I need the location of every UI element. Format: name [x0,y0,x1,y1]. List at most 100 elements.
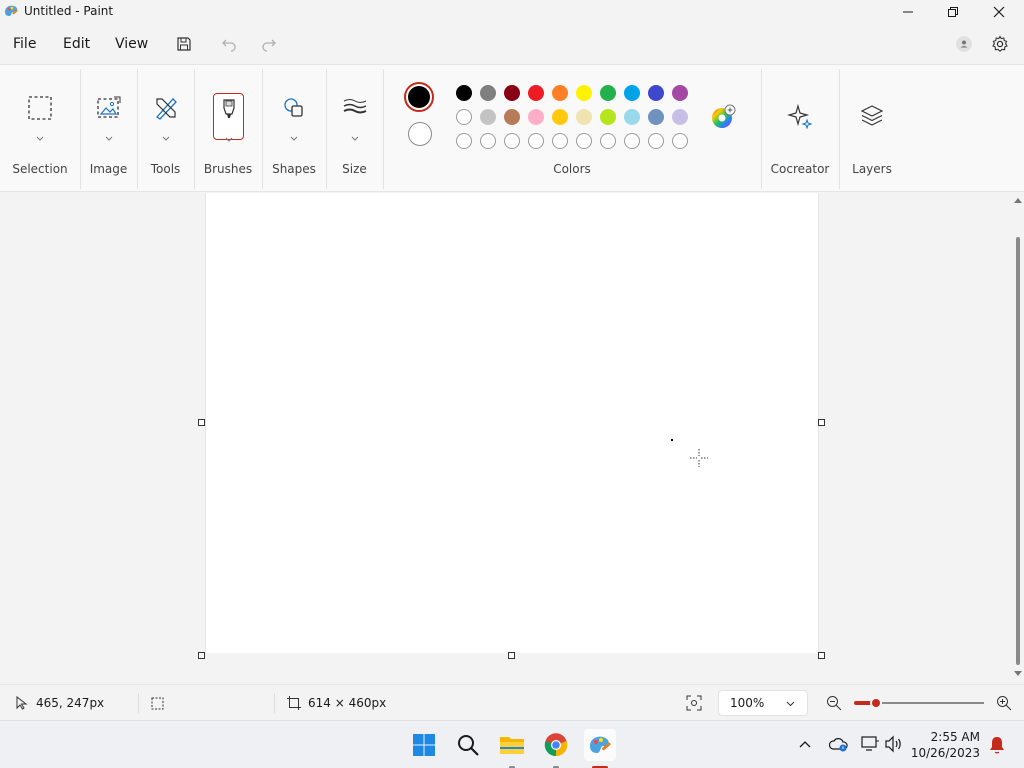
color-swatch[interactable] [480,109,496,125]
selection-group[interactable]: Selection [0,65,80,193]
canvas-size: 614 × 460px [308,696,387,710]
start-button[interactable] [408,729,440,761]
image-label: Image [89,162,128,176]
clock-date: 10/26/2023 [910,746,980,760]
brushes-label: Brushes [203,162,253,176]
vertical-scrollbar[interactable] [1012,193,1024,683]
color-swatch[interactable] [600,109,616,125]
resize-handle-bottom-left[interactable] [198,652,205,659]
undo-icon [222,39,236,52]
layers-icon [859,103,885,133]
layers-group[interactable]: Layers [839,65,905,193]
image-group[interactable]: Image [80,65,137,193]
title-bar: Untitled - Paint [0,0,1024,24]
search-button[interactable] [452,729,484,761]
resize-handle-left[interactable] [198,419,205,426]
redo-icon [262,39,276,52]
custom-color-slot[interactable] [528,133,544,149]
tools-group[interactable]: Tools [137,65,194,193]
color-swatch[interactable] [552,85,568,101]
custom-color-slot[interactable] [600,133,616,149]
custom-color-slot[interactable] [624,133,640,149]
account-icon [956,36,972,52]
color-swatch[interactable] [528,85,544,101]
zoom-out-icon[interactable] [826,695,842,711]
custom-color-slot[interactable] [576,133,592,149]
color-swatch[interactable] [648,109,664,125]
zoom-slider[interactable] [854,697,984,709]
menu-edit[interactable]: Edit [63,36,90,52]
scroll-down-icon[interactable] [1014,671,1022,677]
menu-file[interactable]: File [13,36,36,52]
cocreator-group[interactable]: Cocreator [761,65,839,193]
volume-icon[interactable] [884,735,904,753]
settings-button[interactable] [988,32,1012,56]
minimize-button[interactable] [885,0,931,24]
color-swatch[interactable] [504,85,520,101]
brushes-group[interactable]: Brushes [194,65,262,193]
divider [274,693,275,713]
drawing-canvas[interactable] [205,193,819,653]
custom-color-slot[interactable] [672,133,688,149]
scroll-up-icon[interactable] [1014,197,1022,203]
primary-color-button[interactable] [404,82,434,112]
custom-color-slot[interactable] [480,133,496,149]
onedrive-icon[interactable] [829,736,849,752]
edit-colors-button[interactable] [710,104,736,130]
chrome-icon [544,733,568,757]
color-swatch[interactable] [624,109,640,125]
network-icon[interactable] [860,735,880,753]
system-clock[interactable]: 2:55 AM 10/26/2023 [911,729,980,761]
color-swatch[interactable] [504,109,520,125]
color-swatch[interactable] [552,109,568,125]
menu-view[interactable]: View [115,36,148,52]
save-button[interactable] [172,32,196,56]
size-group[interactable]: Size [326,65,383,193]
color-swatch[interactable] [600,85,616,101]
restore-button[interactable] [930,0,976,24]
account-button[interactable] [952,32,976,56]
resize-handle-bottom-right[interactable] [818,652,825,659]
zoom-in-icon[interactable] [996,695,1012,711]
file-explorer-button[interactable] [496,729,528,768]
chevron-down-icon [36,127,44,146]
primary-color-swatch [408,86,430,108]
notification-bell-icon[interactable] [988,735,1006,755]
close-button[interactable] [976,0,1022,24]
color-swatch[interactable] [672,85,688,101]
secondary-color-button[interactable] [408,122,432,146]
zoom-slider-thumb[interactable] [870,697,882,709]
canvas-dot [671,439,673,441]
zoom-dropdown[interactable]: 100% [718,690,808,716]
color-swatch[interactable] [672,109,688,125]
chevron-up-icon[interactable] [799,740,811,748]
custom-color-slot[interactable] [648,133,664,149]
color-swatch[interactable] [624,85,640,101]
redo-button[interactable] [257,32,281,56]
chevron-down-icon [162,127,170,146]
cursor-position: 465, 247px [36,696,105,710]
gear-icon [992,35,1008,52]
resize-handle-right[interactable] [818,419,825,426]
custom-color-slot[interactable] [456,133,472,149]
chrome-button[interactable] [540,729,572,768]
resize-handle-bottom[interactable] [508,652,515,659]
selection-icon [27,95,53,125]
color-swatch[interactable] [480,85,496,101]
color-swatch[interactable] [648,85,664,101]
paint-taskbar-button[interactable] [584,729,616,768]
color-swatch[interactable] [528,109,544,125]
image-icon [96,95,122,125]
ribbon-toolbar: Selection Image Tools Brushes Shapes Siz… [0,64,1024,192]
undo-button[interactable] [217,32,241,56]
custom-color-slot[interactable] [504,133,520,149]
color-swatch[interactable] [576,85,592,101]
scrollbar-thumb[interactable] [1016,237,1020,665]
canvas-workspace [0,193,1012,683]
fit-to-window-icon[interactable] [686,695,702,711]
color-swatch[interactable] [576,109,592,125]
custom-color-slot[interactable] [552,133,568,149]
color-swatch[interactable] [456,109,472,125]
color-swatch[interactable] [456,85,472,101]
shapes-group[interactable]: Shapes [262,65,326,193]
